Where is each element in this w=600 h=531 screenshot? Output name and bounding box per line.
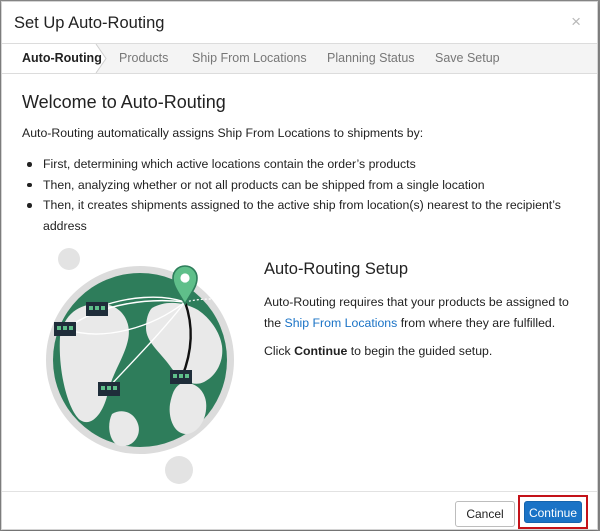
setup-instruction: Click Continue to begin the guided setup… (264, 344, 492, 358)
step-products[interactable]: Products (119, 44, 168, 73)
step-planning-status[interactable]: Planning Status (327, 44, 415, 73)
welcome-heading: Welcome to Auto-Routing (22, 92, 226, 112)
step-auto-routing[interactable]: Auto-Routing (2, 44, 106, 73)
welcome-bullets: First, determining which active location… (22, 154, 582, 236)
warehouse-icon (170, 370, 192, 384)
setup-continue-emphasis: Continue (294, 344, 348, 358)
dialog-header: Set Up Auto-Routing × (2, 2, 597, 44)
close-icon[interactable]: × (571, 13, 581, 30)
auto-routing-dialog: Set Up Auto-Routing × Auto-Routing Produ… (1, 1, 598, 530)
bullet-item: First, determining which active location… (22, 154, 582, 175)
continue-highlight: Continue (518, 495, 588, 529)
step-ship-from-locations[interactable]: Ship From Locations (192, 44, 307, 73)
bullet-item: Then, it creates shipments assigned to t… (22, 195, 582, 236)
continue-button[interactable]: Continue (524, 501, 582, 523)
warehouse-icon (98, 382, 120, 396)
welcome-intro: Auto-Routing automatically assigns Ship … (22, 126, 424, 140)
step-tabs: Auto-Routing Products Ship From Location… (2, 44, 597, 74)
globe-illustration (46, 248, 239, 484)
welcome-section: Welcome to Auto-Routing Auto-Routing aut… (22, 92, 582, 233)
setup-title: Auto-Routing Setup (264, 260, 409, 278)
dialog-title: Set Up Auto-Routing (14, 14, 165, 32)
setup-text: to begin the guided setup. (347, 344, 493, 358)
setup-text: Click (264, 344, 295, 358)
warehouse-icon (54, 322, 76, 336)
dialog-footer: Cancel Continue (2, 491, 597, 529)
bullet-item: Then, analyzing whether or not all produ… (22, 175, 582, 196)
step-save-setup[interactable]: Save Setup (435, 44, 500, 73)
setup-section: Auto-Routing Setup Auto-Routing requires… (264, 260, 584, 358)
setup-text: from where they are fulfilled. (397, 315, 556, 330)
ship-from-locations-link[interactable]: Ship From Locations (285, 316, 398, 330)
step-separator (95, 44, 107, 73)
warehouse-icon (86, 302, 108, 316)
setup-description: Auto-Routing requires that your products… (264, 292, 584, 333)
cancel-button[interactable]: Cancel (455, 501, 515, 527)
